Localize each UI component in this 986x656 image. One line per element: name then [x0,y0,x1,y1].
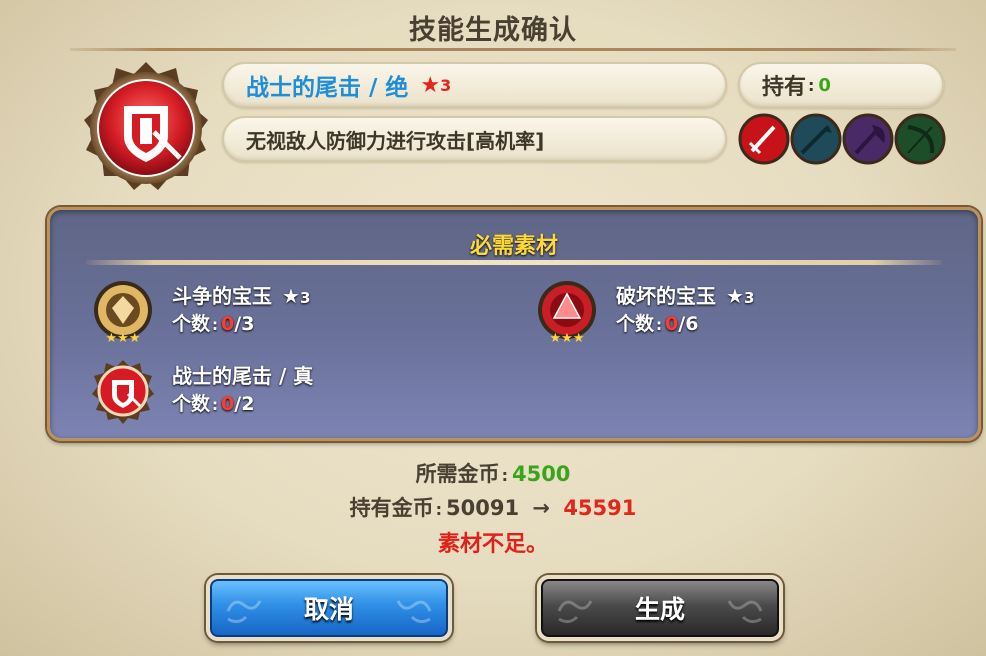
rarity-star-icon: ★ [282,284,300,308]
panel-title: 必需素材 [469,234,558,259]
owned-gold-after: 45591 [563,496,637,520]
material-name: 破坏的宝玉 [616,284,716,308]
required-gold-label: 所需金币 [415,462,500,486]
spear-class-icon [790,113,842,165]
count-separator: : [656,316,663,334]
required-gold-line: 所需金币:4500 [0,458,986,488]
arrow-right-icon: → [532,496,550,520]
create-label: 生成 [634,595,685,624]
count-have: 0 [221,393,235,415]
material-name: 斗争的宝玉 [172,284,272,308]
count-need: /3 [234,313,255,335]
skill-name: 战士的尾击 / 绝 [246,75,409,101]
owned-gold-separator: : [435,500,443,519]
create-button[interactable]: 生成 [537,575,783,641]
material-rarity: 3 [299,289,311,307]
flourish-icon [396,600,432,624]
count-label: 个数 [172,313,211,335]
skill-rarity: 3 [440,75,452,95]
material-name: 战士的尾击 / 真 [172,364,314,388]
flourish-icon [226,600,262,624]
skill-name-box: 战士的尾击 / 绝 ★ 3 [222,62,727,108]
count-label: 个数 [172,393,211,415]
title-divider [70,48,956,51]
count-separator: : [212,316,219,334]
svg-text:★★★: ★★★ [550,331,585,344]
destruction-gem-icon: ★★★ [538,281,596,344]
sword-class-icon [738,113,790,165]
svg-text:★★★: ★★★ [106,331,141,344]
material-name-line: 斗争的宝玉 ★3 [172,280,310,309]
material-item[interactable]: ★★★ 斗争的宝玉 ★3 个数:0/3 [90,278,470,348]
material-name-line: 破坏的宝玉 ★3 [616,280,754,309]
skill-description: 无视敌人防御力进行攻击[高机率] [246,128,545,153]
count-need: /2 [234,393,255,415]
dialog-title: 技能生成确认 [409,15,577,46]
panel-divider [86,260,942,265]
struggle-gem-icon: ★★★ [94,281,152,344]
count-need: /6 [678,313,699,335]
bow-class-icon [894,113,946,165]
count-separator: : [212,396,219,414]
material-item[interactable]: 战士的尾击 / 真 个数:0/2 [90,358,470,428]
required-gold-value: 4500 [511,462,571,486]
material-count: 个数:0/3 [172,309,254,336]
cancel-label: 取消 [303,595,354,624]
required-gold-separator: : [501,466,508,485]
material-count: 个数:0/2 [172,389,254,416]
skill-emblem-icon [84,62,208,190]
rarity-star-icon: ★ [420,72,441,98]
class-icons [738,113,946,165]
material-count: 个数:0/6 [616,309,698,336]
material-rarity: 3 [743,289,755,307]
cancel-button[interactable]: 取消 [206,575,452,641]
owned-separator: : [808,75,815,95]
required-materials-panel: 必需素材 ★★★ 斗争的宝玉 ★3 个数:0/3 ★★★ 破坏的宝玉 ★3 个数: [47,207,981,441]
owned-gold-current: 50091 [446,496,520,520]
skill-description-box: 无视敌人防御力进行攻击[高机率] [222,116,727,162]
count-have: 0 [221,313,235,335]
count-label: 个数 [616,313,655,335]
material-item[interactable]: ★★★ 破坏的宝玉 ★3 个数:0/6 [534,278,914,348]
owned-gold-label: 持有金币 [349,496,434,520]
owned-label: 持有 [762,75,807,100]
flourish-icon [727,600,763,624]
owned-gold-line: 持有金币:50091 → 45591 [0,492,986,522]
insufficient-materials-warning: 素材不足。 [437,532,548,557]
warrior-tail-strike-icon [92,360,154,424]
owned-value: 0 [818,74,831,96]
axe-class-icon [842,113,894,165]
owned-count-box: 持有 : 0 [738,62,944,108]
count-have: 0 [665,313,679,335]
rarity-star-icon: ★ [726,284,744,308]
flourish-icon [557,600,593,624]
